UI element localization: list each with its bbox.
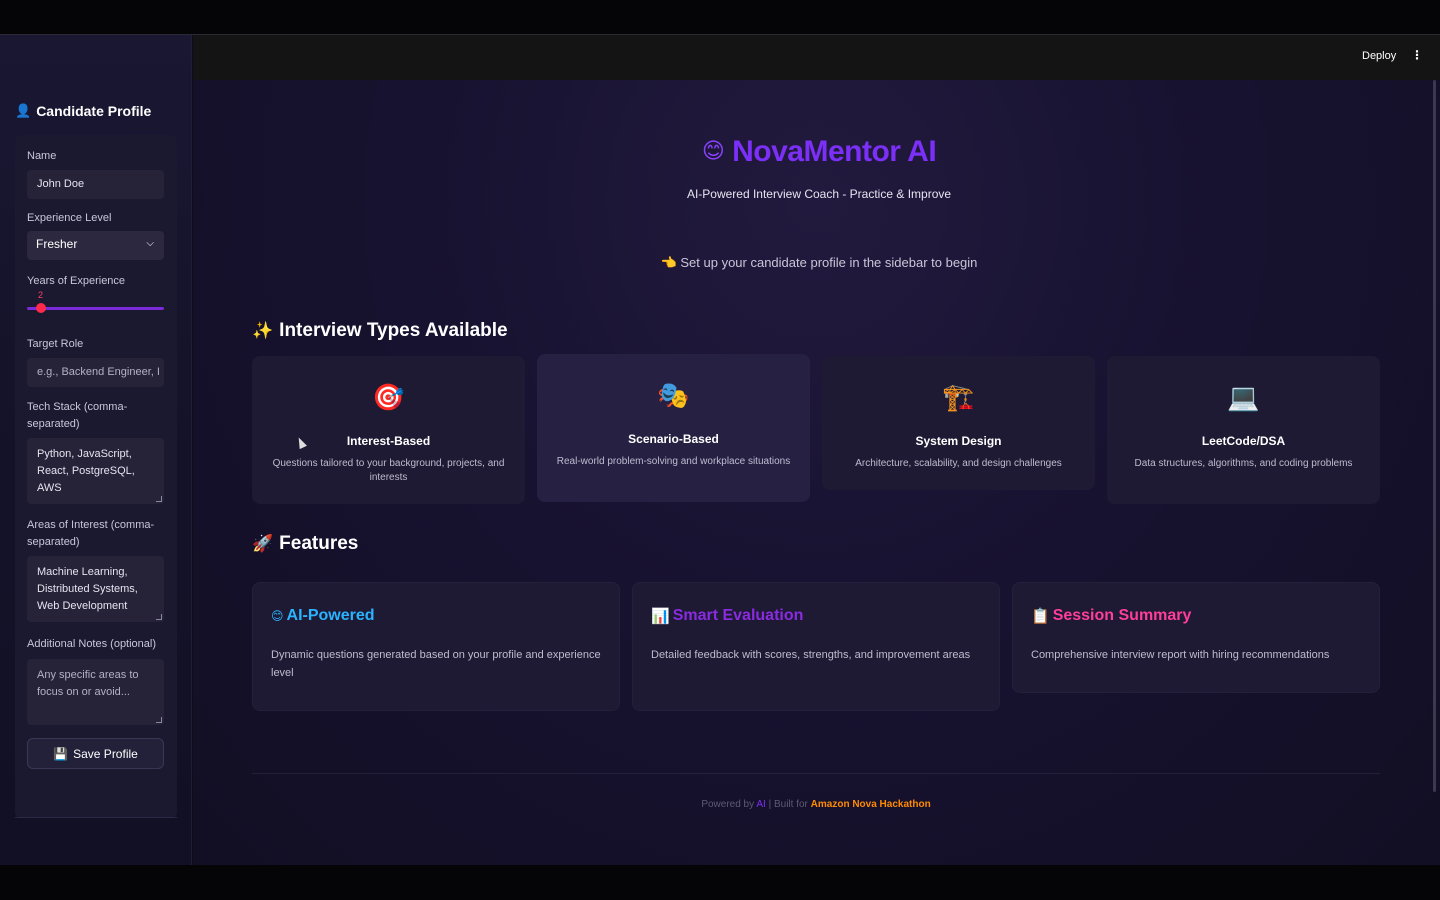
- target-icon: 🎯: [372, 382, 405, 412]
- years-value: 2: [38, 290, 44, 300]
- experience-level-label: Experience Level: [27, 212, 112, 224]
- resize-handle-icon[interactable]: [156, 496, 162, 502]
- feature-title-text: Session Summary: [1052, 607, 1192, 624]
- interview-types-heading: ✨ Interview Types Available: [252, 320, 508, 342]
- window-bottom-bar: [0, 865, 1440, 900]
- card-leetcode-dsa[interactable]: 💻 LeetCode/DSA Data structures, algorith…: [1107, 356, 1380, 504]
- card-description: Questions tailored to your background, p…: [272, 458, 505, 483]
- tech-stack-value: Python, JavaScript, React, PostgreSQL, A…: [37, 448, 135, 494]
- card-system-design[interactable]: 🏗️ System Design Architecture, scalabili…: [822, 356, 1095, 490]
- deploy-button[interactable]: Deploy: [1362, 50, 1396, 62]
- notes-textarea[interactable]: Any specific areas to focus on or avoid.…: [27, 659, 164, 725]
- interests-value: Machine Learning, Distributed Systems, W…: [37, 566, 138, 612]
- card-title: LeetCode/DSA: [1201, 434, 1286, 448]
- more-menu-icon[interactable]: ⋮: [1411, 48, 1423, 62]
- interview-types-heading-text: Interview Types Available: [279, 320, 508, 341]
- clipboard-icon: 📋: [1031, 608, 1050, 625]
- name-input[interactable]: John Doe: [27, 170, 164, 199]
- feature-title-text: Smart Evaluation: [672, 607, 804, 624]
- interests-textarea[interactable]: Machine Learning, Distributed Systems, W…: [27, 556, 164, 622]
- sidebar-title: 👤 Candidate Profile: [15, 103, 151, 119]
- bar-chart-icon: 📊: [651, 608, 670, 625]
- target-role-label: Target Role: [27, 338, 84, 350]
- tech-stack-label: Tech Stack (comma-separated): [27, 401, 128, 430]
- page-title-text: NovaMentor AI: [732, 135, 937, 168]
- card-description: Data structures, algorithms, and coding …: [1134, 458, 1353, 469]
- smiley-icon: 😊: [701, 138, 725, 163]
- sidebar-title-text: Candidate Profile: [36, 103, 152, 119]
- card-scenario-based[interactable]: 🎭 Scenario-Based Real-world problem-solv…: [537, 354, 810, 502]
- card-title: Scenario-Based: [628, 432, 719, 446]
- feature-description: Detailed feedback with scores, strengths…: [651, 649, 971, 661]
- card-title: Interest-Based: [346, 434, 431, 448]
- notes-label: Additional Notes (optional): [27, 638, 157, 650]
- years-label: Years of Experience: [27, 275, 126, 287]
- resize-handle-icon[interactable]: [156, 717, 162, 723]
- years-slider-track[interactable]: [27, 307, 164, 310]
- experience-level-value: Fresher: [36, 237, 78, 251]
- experience-level-select[interactable]: Fresher ⌵: [27, 231, 164, 260]
- target-role-input[interactable]: e.g., Backend Engineer, I: [27, 358, 164, 387]
- name-label: Name: [27, 150, 57, 162]
- feature-description: Comprehensive interview report with hiri…: [1031, 649, 1330, 661]
- sparkles-icon: ✨: [252, 321, 274, 340]
- main-content: Deploy ⋮ 😊 NovaMentor AI AI-Powered Inte…: [193, 35, 1440, 865]
- card-title: System Design: [915, 434, 1002, 448]
- tech-stack-textarea[interactable]: Python, JavaScript, React, PostgreSQL, A…: [27, 438, 164, 504]
- page-subtitle: AI-Powered Interview Coach - Practice & …: [686, 187, 952, 201]
- footer-event: Amazon Nova Hackathon: [810, 799, 931, 810]
- resize-handle-icon[interactable]: [156, 614, 162, 620]
- sidebar: 👤 Candidate Profile Name John Doe Experi…: [0, 35, 192, 865]
- feature-title-text: AI-Powered: [286, 607, 375, 624]
- theater-masks-icon: 🎭: [657, 380, 690, 410]
- laptop-icon: 💻: [1227, 382, 1260, 412]
- header-bar: Deploy ⋮: [193, 35, 1440, 80]
- setup-hint-text: Set up your candidate profile in the sid…: [680, 255, 978, 270]
- construction-crane-icon: 🏗️: [942, 382, 975, 412]
- smiley-icon: 😊: [271, 609, 284, 623]
- feature-smart-evaluation: 📊 Smart Evaluation Detailed feedback wit…: [632, 582, 1000, 711]
- years-slider-thumb[interactable]: [36, 303, 46, 313]
- notes-placeholder: Any specific areas to focus on or avoid.…: [37, 669, 139, 698]
- feature-title: 😊 AI-Powered: [271, 607, 375, 625]
- feature-description: Dynamic questions generated based on you…: [271, 649, 601, 679]
- footer: Powered by AI | Built for Amazon Nova Ha…: [193, 799, 1439, 810]
- feature-session-summary: 📋 Session Summary Comprehensive intervie…: [1012, 582, 1380, 693]
- chevron-down-icon: ⌵: [146, 238, 154, 249]
- app: 👤 Candidate Profile Name John Doe Experi…: [0, 35, 1440, 865]
- feature-title: 📊 Smart Evaluation: [651, 607, 803, 625]
- feature-ai-powered: 😊 AI-Powered Dynamic questions generated…: [252, 582, 620, 711]
- rocket-icon: 🚀: [252, 534, 274, 553]
- setup-hint: 👈 Set up your candidate profile in the s…: [193, 255, 1440, 271]
- save-profile-label: Save Profile: [73, 746, 138, 761]
- card-interest-based[interactable]: 🎯 Interest-Based Questions tailored to y…: [252, 356, 525, 504]
- card-description: Real-world problem-solving and workplace…: [556, 456, 791, 467]
- interests-label: Areas of Interest (comma-separated): [27, 519, 155, 548]
- user-icon: 👤: [15, 103, 32, 118]
- footer-prefix: Powered by: [701, 799, 755, 810]
- footer-ai: AI: [756, 799, 766, 810]
- window-top-bar: [0, 0, 1440, 35]
- pointing-left-icon: 👈: [660, 255, 677, 270]
- page-title: 😊 NovaMentor AI: [193, 135, 1440, 169]
- card-description: Architecture, scalability, and design ch…: [855, 458, 1062, 469]
- floppy-disk-icon: 💾: [53, 746, 69, 761]
- footer-mid: | Built for: [768, 799, 808, 810]
- footer-divider: [252, 773, 1380, 774]
- features-heading-text: Features: [279, 533, 359, 554]
- sidebar-divider: [15, 817, 177, 818]
- save-profile-button[interactable]: 💾 Save Profile: [27, 738, 164, 769]
- features-heading: 🚀 Features: [252, 533, 358, 555]
- feature-title: 📋 Session Summary: [1031, 607, 1191, 625]
